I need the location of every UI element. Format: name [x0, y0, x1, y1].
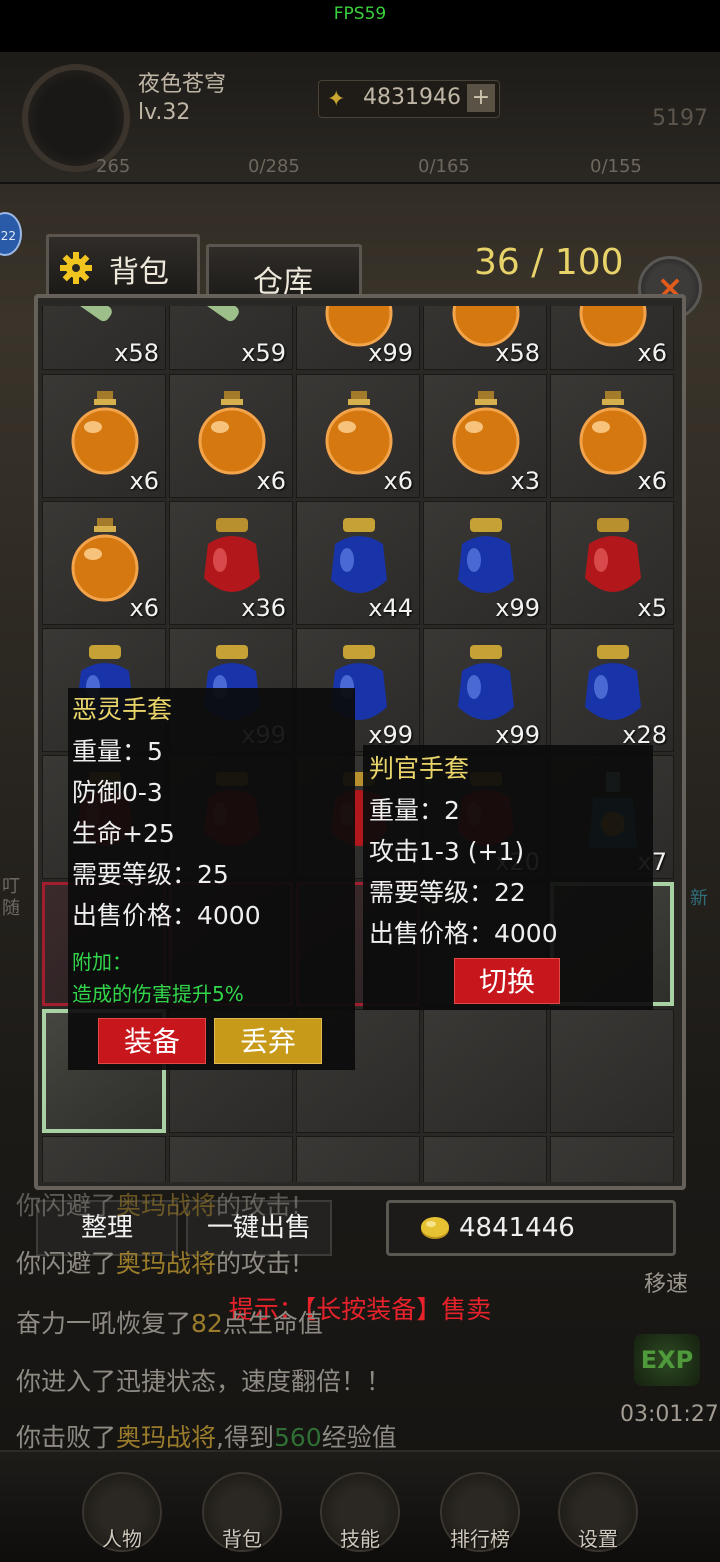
log-line: 你闪避了奥玛战将的攻击!: [16, 1249, 302, 1278]
inventory-slot[interactable]: x5: [550, 501, 674, 625]
item-tooltip-primary: 恶灵手套 重量：5 防御0-3 生命+25 需要等级：25 出售价格：4000 …: [68, 688, 355, 1070]
item-name: 判官手套: [369, 754, 470, 783]
gold-amount: 4831946: [363, 85, 461, 110]
stat-value: 0/155: [590, 156, 642, 177]
stat-value: 0/165: [418, 156, 470, 177]
switch-button[interactable]: 切换: [454, 958, 560, 1004]
inventory-slot[interactable]: x58: [423, 306, 547, 370]
item-count: x3: [510, 467, 540, 495]
nav-label: 技能: [340, 1527, 380, 1551]
inventory-slot[interactable]: x3: [423, 374, 547, 498]
inventory-slot[interactable]: x99: [423, 501, 547, 625]
item-count: x59: [241, 339, 286, 367]
inventory-slot[interactable]: x6: [550, 374, 674, 498]
inventory-slot[interactable]: x6: [296, 374, 420, 498]
player-name: 夜色苍穹: [138, 72, 227, 97]
tab-backpack-label: 背包: [109, 255, 169, 290]
nav-label: 人物: [102, 1527, 142, 1551]
item-count: x99: [495, 594, 540, 622]
inventory-slot[interactable]: x6: [550, 306, 674, 370]
item-count: x99: [368, 339, 413, 367]
gear-icon: [60, 252, 92, 284]
nav-settings[interactable]: 设置: [558, 1472, 638, 1552]
bag-capacity: 36 / 100: [474, 242, 624, 283]
discard-button[interactable]: 丢弃: [214, 1018, 322, 1064]
item-stat: 需要等级：25: [72, 860, 229, 889]
bonus-label: 附加：: [72, 950, 132, 974]
nav-character[interactable]: 人物: [82, 1472, 162, 1552]
item-stat: 生命+25: [72, 819, 175, 848]
bonus-text: 造成的伤害提升5%: [72, 982, 244, 1006]
tab-storage[interactable]: 仓库: [206, 244, 362, 300]
log-line: 奋力一吼恢复了82点生命值: [16, 1309, 323, 1338]
nav-skills[interactable]: 技能: [320, 1472, 400, 1552]
inventory-slot[interactable]: [296, 1136, 420, 1182]
inventory-slot[interactable]: x28: [550, 628, 674, 752]
item-count: x6: [129, 467, 159, 495]
fps-counter: FPS59: [333, 4, 387, 24]
inventory-slot[interactable]: x44: [296, 501, 420, 625]
inventory-slot[interactable]: [169, 1136, 293, 1182]
item-count: x6: [383, 467, 413, 495]
item-count: x6: [129, 594, 159, 622]
tab-backpack[interactable]: 背包: [46, 234, 200, 294]
nav-label: 排行榜: [450, 1527, 510, 1551]
inventory-slot[interactable]: [423, 1009, 547, 1133]
item-count: x6: [637, 339, 667, 367]
inventory-slot[interactable]: [550, 1009, 674, 1133]
stat-value: 0/285: [248, 156, 300, 177]
log-line: 你闪避了奥玛战将的攻击!: [16, 1191, 302, 1220]
item-stat: 需要等级：22: [369, 878, 526, 907]
inventory-slot[interactable]: x59: [169, 306, 293, 370]
inventory-slot[interactable]: x6: [42, 374, 166, 498]
coin-amount: 4841446: [459, 1213, 575, 1243]
item-count: x6: [637, 467, 667, 495]
item-sell-price: 出售价格：4000: [369, 919, 558, 948]
game-clock: 03:01:27: [620, 1402, 719, 1427]
gold-ingot-icon: ✦: [327, 87, 346, 112]
item-sell-price: 出售价格：4000: [72, 901, 261, 930]
side-new-label: 新: [690, 888, 708, 909]
item-name: 恶灵手套: [72, 695, 173, 724]
coin-display: 4841446: [386, 1200, 676, 1256]
item-stat: 重量：5: [72, 737, 163, 766]
nav-ranking[interactable]: 排行榜: [440, 1472, 520, 1552]
inventory-slot[interactable]: x99: [296, 306, 420, 370]
log-line: 你击败了奥玛战将,得到560经验值: [16, 1423, 397, 1452]
item-stat: 防御0-3: [72, 778, 163, 807]
item-count: x5: [637, 594, 667, 622]
item-count: x58: [114, 339, 159, 367]
nav-label: 背包: [222, 1527, 262, 1551]
item-count: x58: [495, 339, 540, 367]
inventory-slot[interactable]: [42, 1136, 166, 1182]
nav-backpack[interactable]: 背包: [202, 1472, 282, 1552]
stat-value: 265: [96, 156, 131, 177]
status-bar: FPS59: [0, 0, 720, 52]
inventory-slot[interactable]: x6: [169, 374, 293, 498]
inventory-slot[interactable]: x99: [423, 628, 547, 752]
item-count: x6: [256, 467, 286, 495]
exp-badge[interactable]: EXP: [634, 1334, 700, 1386]
item-stat: 攻击1-3 (+1): [369, 837, 525, 866]
coin-icon: [421, 1217, 449, 1239]
faded-value: 5197: [652, 106, 708, 131]
log-line: 你进入了迅捷状态，速度翻倍！！: [16, 1367, 392, 1396]
gold-display: ✦ 4831946 +: [318, 80, 500, 118]
inventory-slot[interactable]: [423, 1136, 547, 1182]
inventory-slot[interactable]: x58: [42, 306, 166, 370]
equip-button[interactable]: 装备: [98, 1018, 206, 1064]
inventory-slot[interactable]: x6: [42, 501, 166, 625]
nav-label: 设置: [578, 1527, 618, 1551]
inventory-slot[interactable]: [550, 1136, 674, 1182]
item-count: x36: [241, 594, 286, 622]
player-level: lv.32: [138, 100, 191, 125]
add-gold-button[interactable]: +: [467, 84, 495, 112]
item-stat: 重量：2: [369, 796, 460, 825]
side-left-text: 叮随: [2, 876, 20, 919]
inventory-slot[interactable]: x36: [169, 501, 293, 625]
item-count: x44: [368, 594, 413, 622]
move-speed-label[interactable]: 移速: [644, 1266, 688, 1298]
